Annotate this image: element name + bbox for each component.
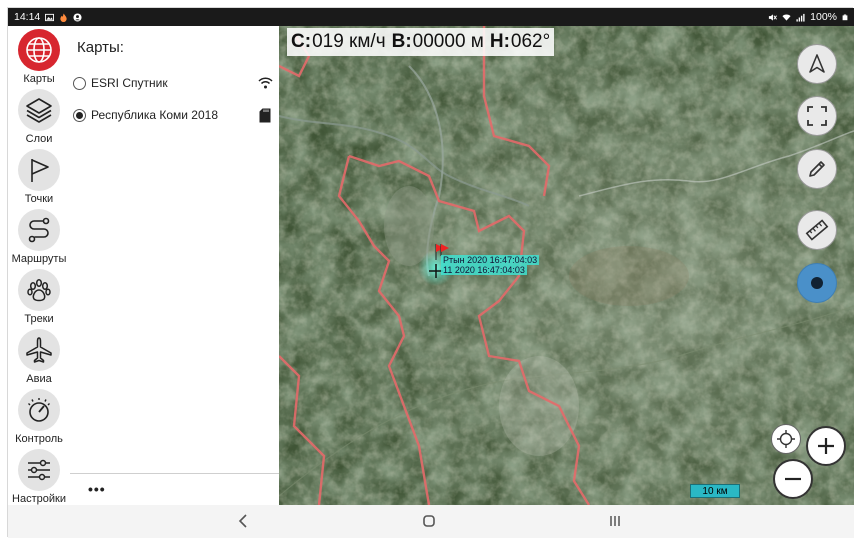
paw-icon	[27, 279, 51, 302]
sidebar-item-control[interactable]: Контроль	[8, 388, 70, 448]
speed-key: С:	[291, 31, 312, 52]
my-location-button[interactable]	[771, 424, 801, 454]
pencil-icon	[809, 161, 825, 177]
record-icon	[811, 277, 823, 289]
altitude-key: В:	[391, 31, 412, 52]
back-button[interactable]	[228, 511, 258, 531]
sidebar-item-maps[interactable]: Карты	[8, 28, 70, 88]
layer-item-esri[interactable]: ESRI Спутник	[73, 72, 273, 94]
sidebar-item-label: Карты	[23, 73, 55, 85]
sidebar-item-tracks[interactable]: Треки	[8, 268, 70, 328]
marker-label: 11 2020 16:47:04:03	[441, 265, 527, 275]
home-button[interactable]	[414, 511, 444, 531]
battery-percent: 100%	[810, 11, 837, 23]
sidebar-item-layers[interactable]: Слои	[8, 88, 70, 148]
sidebar-item-settings[interactable]: Настройки	[8, 448, 70, 508]
scale-bar: 10 км	[690, 484, 740, 498]
scale-label: 10 км	[702, 485, 728, 497]
recents-icon	[610, 516, 620, 526]
mute-icon	[769, 13, 778, 21]
panel-title: Карты:	[77, 39, 124, 56]
sd-card-icon	[257, 107, 273, 123]
app-frame: 14:14 100% Карты Слои Точки Маршруты Тре…	[7, 7, 854, 538]
sliders-icon	[28, 459, 50, 481]
fullscreen-button[interactable]	[797, 96, 837, 136]
sidebar-item-routes[interactable]: Маршруты	[8, 208, 70, 268]
layer-radio[interactable]	[73, 108, 86, 122]
sidebar-item-maps-circle	[18, 29, 60, 71]
wifi-icon	[782, 14, 791, 21]
globe-icon	[26, 37, 52, 63]
sidebar-item-label: Контроль	[15, 433, 63, 445]
image-icon	[45, 13, 55, 21]
record-track-button[interactable]	[797, 263, 837, 303]
sidebar-item-routes-circle	[18, 209, 60, 251]
locate-icon	[777, 430, 795, 448]
panel-divider	[70, 473, 279, 474]
radio-dot	[76, 111, 83, 119]
speed-value: 019 км/ч	[312, 31, 386, 52]
airplane-icon	[26, 337, 52, 363]
maps-panel: Карты: ESRI Спутник Республика Коми 2018…	[70, 26, 279, 505]
battery-icon	[842, 14, 848, 20]
heading-key: Н:	[489, 31, 510, 52]
gauge-icon	[28, 398, 50, 422]
system-nav-bar	[8, 505, 854, 538]
sidebar-item-control-circle	[18, 389, 60, 431]
account-icon	[73, 12, 82, 22]
fire-icon	[60, 12, 67, 22]
gps-hud: С: 019 км/ч В: 00000 м Н: 062°	[287, 28, 555, 56]
layers-icon	[26, 98, 52, 123]
altitude-value: 00000 м	[412, 31, 484, 52]
measure-button[interactable]	[797, 210, 837, 250]
navigate-arrow-icon	[809, 54, 825, 73]
layer-radio[interactable]	[73, 76, 86, 90]
draw-button[interactable]	[797, 149, 837, 189]
more-button[interactable]: •••	[88, 481, 106, 497]
zoom-out-button[interactable]	[773, 459, 813, 499]
sidebar-item-label: Авиа	[26, 373, 52, 385]
route-icon	[28, 217, 50, 243]
sidebar-item-layers-circle	[18, 89, 60, 131]
sidebar-item-points-circle	[18, 149, 60, 191]
marker-label: Ртын 2020 16:47:04:03	[441, 255, 540, 265]
status-time: 14:14	[14, 11, 41, 23]
heading-value: 062°	[510, 31, 551, 52]
zoom-out-icon	[785, 477, 801, 481]
layer-label: ESRI Спутник	[91, 76, 168, 90]
sidebar-item-points[interactable]: Точки	[8, 148, 70, 208]
ruler-icon	[805, 219, 829, 241]
sidebar-item-label: Треки	[24, 313, 54, 325]
map-view[interactable]: Ртын 2020 16:47:04:03 11 2020 16:47:04:0…	[279, 26, 854, 505]
sidebar-item-tracks-circle	[18, 269, 60, 311]
signal-icon	[796, 13, 805, 22]
navigation-mode-button[interactable]	[797, 44, 837, 84]
satellite-map	[279, 26, 854, 505]
wifi-icon	[257, 75, 273, 91]
sidebar-item-label: Настройки	[12, 493, 66, 505]
zoom-in-button[interactable]	[806, 426, 846, 466]
sidebar-item-avia-circle	[18, 329, 60, 371]
recents-button[interactable]	[600, 511, 630, 531]
sidebar-item-avia[interactable]: Авиа	[8, 328, 70, 388]
fullscreen-icon	[807, 106, 827, 126]
layer-item-komi[interactable]: Республика Коми 2018	[73, 104, 273, 126]
layer-label: Республика Коми 2018	[91, 108, 218, 122]
home-icon	[423, 515, 435, 527]
sidebar-item-label: Точки	[24, 193, 54, 205]
sidebar-item-label: Маршруты	[11, 253, 67, 265]
status-bar: 14:14 100%	[8, 8, 854, 26]
sidebar-item-settings-circle	[18, 449, 60, 491]
back-icon	[238, 514, 247, 528]
zoom-in-icon	[818, 438, 834, 454]
flag-icon	[31, 159, 49, 182]
sidebar: Карты Слои Точки Маршруты Треки Авиа Кон…	[8, 26, 70, 505]
sidebar-item-label: Слои	[25, 133, 53, 145]
